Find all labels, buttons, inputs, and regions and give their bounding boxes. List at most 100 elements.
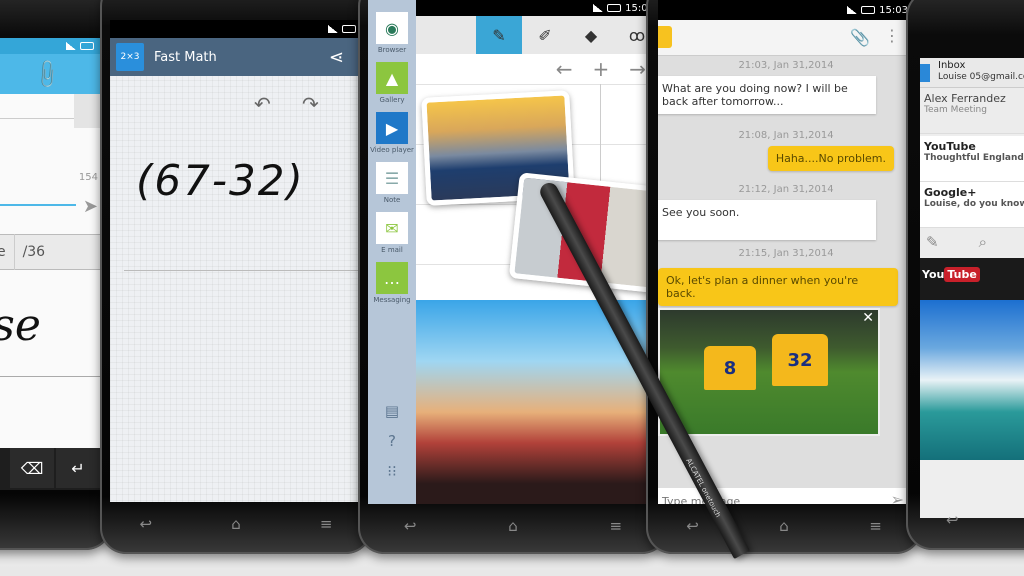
compose-icon[interactable]: ✎ bbox=[926, 233, 939, 251]
message-incoming: See you soon. bbox=[658, 200, 876, 240]
mail-item[interactable]: Google+ Louise, do you know bbox=[920, 182, 1024, 228]
sidebar-bottom-actions: ▤ ? ⁝⁝ bbox=[368, 402, 416, 480]
close-icon[interactable]: ✕ bbox=[862, 310, 874, 326]
message-compose-input[interactable]: Type message bbox=[658, 488, 914, 504]
chat-icon: … bbox=[375, 262, 408, 294]
jersey-number: 8 bbox=[704, 346, 756, 390]
recipient-field[interactable] bbox=[0, 118, 80, 119]
youtube-logo-tube: Tube bbox=[944, 267, 980, 282]
battery-icon bbox=[861, 6, 876, 14]
surf-video-thumbnail[interactable] bbox=[920, 300, 1024, 460]
envelope-icon: ✉ bbox=[376, 212, 408, 244]
candidate-bar: Phrase /36 bbox=[0, 234, 100, 270]
nav-bar: ↩ ⌂ ≡ bbox=[646, 506, 922, 546]
sidebar-item-email[interactable]: ✉ E mail bbox=[376, 212, 408, 254]
inbox-header: Inbox Louise 05@gmail.com bbox=[920, 58, 1024, 88]
redo-icon[interactable]: ↷ bbox=[302, 92, 319, 116]
status-bar: 15:03 bbox=[658, 0, 914, 20]
sidebar-item-video-player[interactable]: ▶ Video player bbox=[370, 112, 414, 154]
eraser-icon: ◆ bbox=[584, 25, 598, 45]
mail-item[interactable]: YouTube Thoughtful England bbox=[920, 136, 1024, 182]
sidebar-label: Video player bbox=[370, 146, 414, 154]
phone-fast-math: 2×3 Fast Math ⋖ ↶ ↷ (67-32) ↩ ⌂ ≡ bbox=[100, 0, 372, 554]
chat-screen: 📎 ⋮ 21:03, Jan 31,2014 What are you doin… bbox=[658, 20, 914, 504]
app-sidebar: ◉ Browser ▲ Gallery ▶ Video player ☰ Not… bbox=[368, 0, 416, 504]
back-icon[interactable]: ↩ bbox=[946, 511, 959, 529]
eraser-tool-button[interactable]: ◆ bbox=[568, 16, 614, 54]
message-timestamp: 21:15, Jan 31,2014 bbox=[738, 248, 834, 259]
handwriting-text: ease bbox=[0, 300, 41, 351]
sidebar-label: E mail bbox=[381, 246, 403, 254]
image-icon: ▲ bbox=[376, 62, 408, 94]
mail-subject: Thoughtful England bbox=[924, 153, 1024, 163]
youtube-logo: You Tube bbox=[922, 267, 980, 282]
menu-icon[interactable]: ≡ bbox=[869, 517, 882, 535]
attach-icon[interactable]: 📎 bbox=[850, 28, 870, 47]
message-outgoing: Ok, let's plan a dinner when you're back… bbox=[658, 268, 898, 306]
message-outgoing: Haha....No problem. bbox=[767, 146, 894, 171]
mail-item[interactable]: Alex Ferrandez Team Meeting bbox=[920, 88, 1024, 134]
sidebar-item-note[interactable]: ☰ Note bbox=[376, 162, 408, 204]
edit-list-icon[interactable]: ▤ bbox=[385, 402, 399, 420]
sidebar-item-messaging[interactable]: … Messaging bbox=[373, 262, 411, 304]
menu-icon[interactable]: ≡ bbox=[610, 517, 623, 535]
send-icon[interactable]: ➢ bbox=[891, 490, 904, 504]
battery-icon bbox=[607, 4, 622, 12]
more-options-icon[interactable]: ⋮ bbox=[884, 26, 900, 45]
home-icon[interactable]: ⌂ bbox=[231, 515, 241, 533]
back-icon[interactable]: ↩ bbox=[686, 517, 699, 535]
signal-icon bbox=[847, 6, 858, 14]
home-icon[interactable]: ⌂ bbox=[508, 517, 518, 535]
status-bar bbox=[110, 20, 362, 38]
share-icon[interactable]: ⋖ bbox=[329, 47, 344, 68]
sidebar-label: Browser bbox=[377, 46, 407, 54]
note-screen: 15:03 ✎ ✐ ◆ ꝏ ← + → ◉ Browser ▲ Gallery bbox=[368, 0, 660, 504]
enter-key[interactable]: ↵ bbox=[56, 448, 100, 488]
send-icon[interactable]: ➤ bbox=[83, 196, 98, 217]
inbox-actions: ✎ ⌕ bbox=[920, 228, 1024, 256]
football-photo-message[interactable]: 8 32 ✕ bbox=[658, 308, 880, 436]
keypad-icon[interactable]: ⁝⁝ bbox=[387, 462, 397, 480]
back-icon[interactable]: ↩ bbox=[404, 517, 417, 535]
youtube-logo-you: You bbox=[922, 268, 945, 281]
search-icon[interactable]: ⌕ bbox=[979, 233, 987, 251]
sidebar-item-browser[interactable]: ◉ Browser bbox=[376, 12, 408, 54]
prev-page-icon[interactable]: ← bbox=[556, 57, 573, 81]
nav-bar: ↩ ⌂ ≡ bbox=[100, 504, 372, 544]
undo-icon[interactable]: ↶ bbox=[254, 92, 271, 116]
highlighter-tool-button[interactable]: ✐ bbox=[522, 16, 568, 54]
add-page-icon[interactable]: + bbox=[592, 57, 609, 81]
pen-tool-button[interactable]: ✎ bbox=[476, 16, 522, 54]
phone-inbox: Inbox Louise 05@gmail.com Alex Ferrandez… bbox=[906, 0, 1024, 550]
contact-icon[interactable] bbox=[658, 26, 672, 48]
nav-bar: ↩ bbox=[906, 500, 1024, 540]
sidebar-item-gallery[interactable]: ▲ Gallery bbox=[376, 62, 408, 104]
message-timestamp: 21:08, Jan 31,2014 bbox=[738, 130, 834, 141]
fast-math-app-bar: 2×3 Fast Math ⋖ bbox=[110, 38, 362, 76]
back-icon[interactable]: ↩ bbox=[140, 515, 153, 533]
contact-avatar[interactable] bbox=[74, 94, 100, 128]
globe-icon: ◉ bbox=[376, 12, 408, 44]
account-email: Louise 05@gmail.com bbox=[938, 72, 1024, 82]
sidebar-label: Note bbox=[383, 196, 401, 204]
backspace-key[interactable]: ⌫ bbox=[10, 448, 54, 488]
handwriting-baseline bbox=[0, 376, 100, 377]
page-controls: ← + → bbox=[416, 54, 660, 84]
lasso-icon: ꝏ bbox=[628, 25, 646, 45]
mail-sender: Google+ bbox=[924, 186, 977, 199]
candidate-phrase[interactable]: Phrase bbox=[0, 244, 14, 260]
message-input[interactable] bbox=[0, 204, 76, 206]
next-page-icon[interactable]: → bbox=[629, 57, 646, 81]
pen-icon: ✎ bbox=[492, 25, 506, 45]
home-icon[interactable]: ⌂ bbox=[779, 517, 789, 535]
highlighter-icon: ✐ bbox=[538, 25, 552, 45]
candidate-page[interactable]: /36 bbox=[13, 234, 54, 270]
attach-icon[interactable]: 📎 bbox=[30, 57, 65, 92]
menu-icon[interactable]: ≡ bbox=[320, 515, 333, 533]
app-title: Fast Math bbox=[154, 49, 217, 65]
clock: 15:03 bbox=[879, 4, 908, 16]
help-icon[interactable]: ? bbox=[388, 432, 396, 450]
play-icon: ▶ bbox=[376, 112, 408, 144]
chat-app-bar: 📎 ⋮ bbox=[658, 20, 914, 56]
messaging-screen: 📎 154 ➤ Phrase /36 ease ⌫ ↵ bbox=[0, 38, 100, 490]
